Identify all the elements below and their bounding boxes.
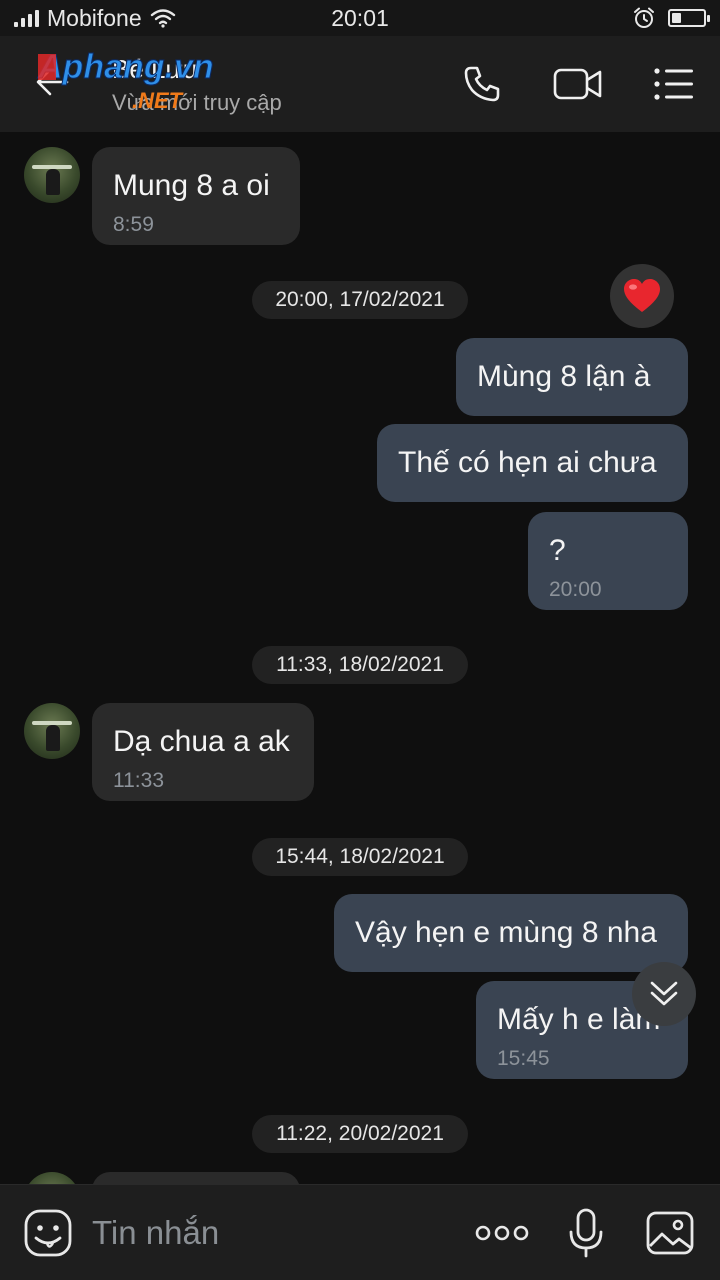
message-composer: Tin nhắn bbox=[0, 1184, 720, 1280]
more-dots-icon bbox=[475, 1225, 529, 1241]
menu-button[interactable] bbox=[650, 64, 698, 104]
status-right bbox=[632, 6, 710, 30]
wifi-icon bbox=[150, 9, 175, 28]
contact-avatar[interactable] bbox=[24, 703, 80, 759]
more-options-button[interactable] bbox=[474, 1209, 530, 1257]
status-left: Mobifone bbox=[14, 5, 176, 32]
signal-icon bbox=[14, 9, 39, 27]
video-call-button[interactable] bbox=[552, 64, 604, 104]
gallery-button[interactable] bbox=[644, 1209, 696, 1257]
list-menu-icon bbox=[654, 68, 693, 100]
reaction-badge[interactable] bbox=[610, 264, 674, 328]
message-text: Vậy hẹn e mùng 8 nha bbox=[355, 916, 657, 949]
message-bubble-incoming[interactable]: Mung 8 a oi 8:59 bbox=[92, 147, 300, 245]
contact-avatar[interactable] bbox=[24, 147, 80, 203]
message-bubble-outgoing[interactable]: ? 20:00 bbox=[528, 512, 688, 610]
chat-header: Bé Lưu Vừa mới truy cập bbox=[0, 36, 720, 132]
image-icon bbox=[646, 1211, 694, 1255]
message-bubble-incoming[interactable] bbox=[92, 1172, 300, 1184]
date-separator: 15:44, 18/02/2021 bbox=[252, 838, 468, 876]
alarm-icon bbox=[634, 7, 654, 28]
status-bar: Mobifone 20:01 bbox=[0, 0, 720, 36]
scroll-to-bottom-button[interactable] bbox=[632, 962, 696, 1026]
chat-screen: Mobifone 20:01 Bé Lưu Vừa mới truy cập A… bbox=[0, 0, 720, 1280]
phone-icon bbox=[464, 66, 500, 102]
message-text: Mùng 8 lận à bbox=[477, 360, 651, 393]
sticker-button[interactable] bbox=[22, 1209, 74, 1257]
message-time: 20:00 bbox=[549, 578, 602, 601]
message-bubble-outgoing[interactable]: Thế có hẹn ai chưa bbox=[377, 424, 688, 502]
video-camera-icon bbox=[553, 68, 602, 100]
message-bubble-outgoing[interactable]: Mùng 8 lận à bbox=[456, 338, 688, 416]
contact-status: Vừa mới truy cập bbox=[112, 90, 282, 115]
date-separator: 20:00, 17/02/2021 bbox=[252, 281, 468, 319]
message-time: 15:45 bbox=[497, 1047, 550, 1070]
message-text: ? bbox=[549, 534, 566, 567]
battery-icon bbox=[668, 9, 710, 27]
message-text: Dạ chua a ak bbox=[113, 725, 290, 758]
back-arrow-icon bbox=[36, 68, 69, 96]
carrier-name: Mobifone bbox=[47, 4, 142, 31]
back-button[interactable] bbox=[32, 62, 72, 102]
message-time: 8:59 bbox=[113, 213, 154, 236]
message-text: Mung 8 a oi bbox=[113, 169, 270, 202]
message-time: 11:33 bbox=[113, 769, 164, 792]
contact-name[interactable]: Bé Lưu bbox=[112, 54, 197, 85]
call-button[interactable] bbox=[458, 64, 506, 104]
message-input[interactable]: Tin nhắn bbox=[92, 1211, 432, 1255]
message-bubble-incoming[interactable]: Dạ chua a ak 11:33 bbox=[92, 703, 314, 801]
voice-record-button[interactable] bbox=[560, 1208, 612, 1258]
message-bubble-outgoing[interactable]: Vậy hẹn e mùng 8 nha bbox=[334, 894, 688, 972]
double-chevron-down-icon bbox=[650, 981, 678, 1006]
contact-avatar[interactable] bbox=[24, 1172, 80, 1184]
emoji-icon bbox=[24, 1209, 72, 1257]
message-list[interactable]: Mung 8 a oi 8:59 20:00, 17/02/2021 Mùng … bbox=[0, 132, 720, 1184]
date-separator: 11:33, 18/02/2021 bbox=[252, 646, 468, 684]
date-separator: 11:22, 20/02/2021 bbox=[252, 1115, 468, 1153]
message-text: Thế có hẹn ai chưa bbox=[398, 446, 657, 479]
microphone-icon bbox=[569, 1208, 603, 1258]
heart-icon bbox=[624, 279, 660, 312]
